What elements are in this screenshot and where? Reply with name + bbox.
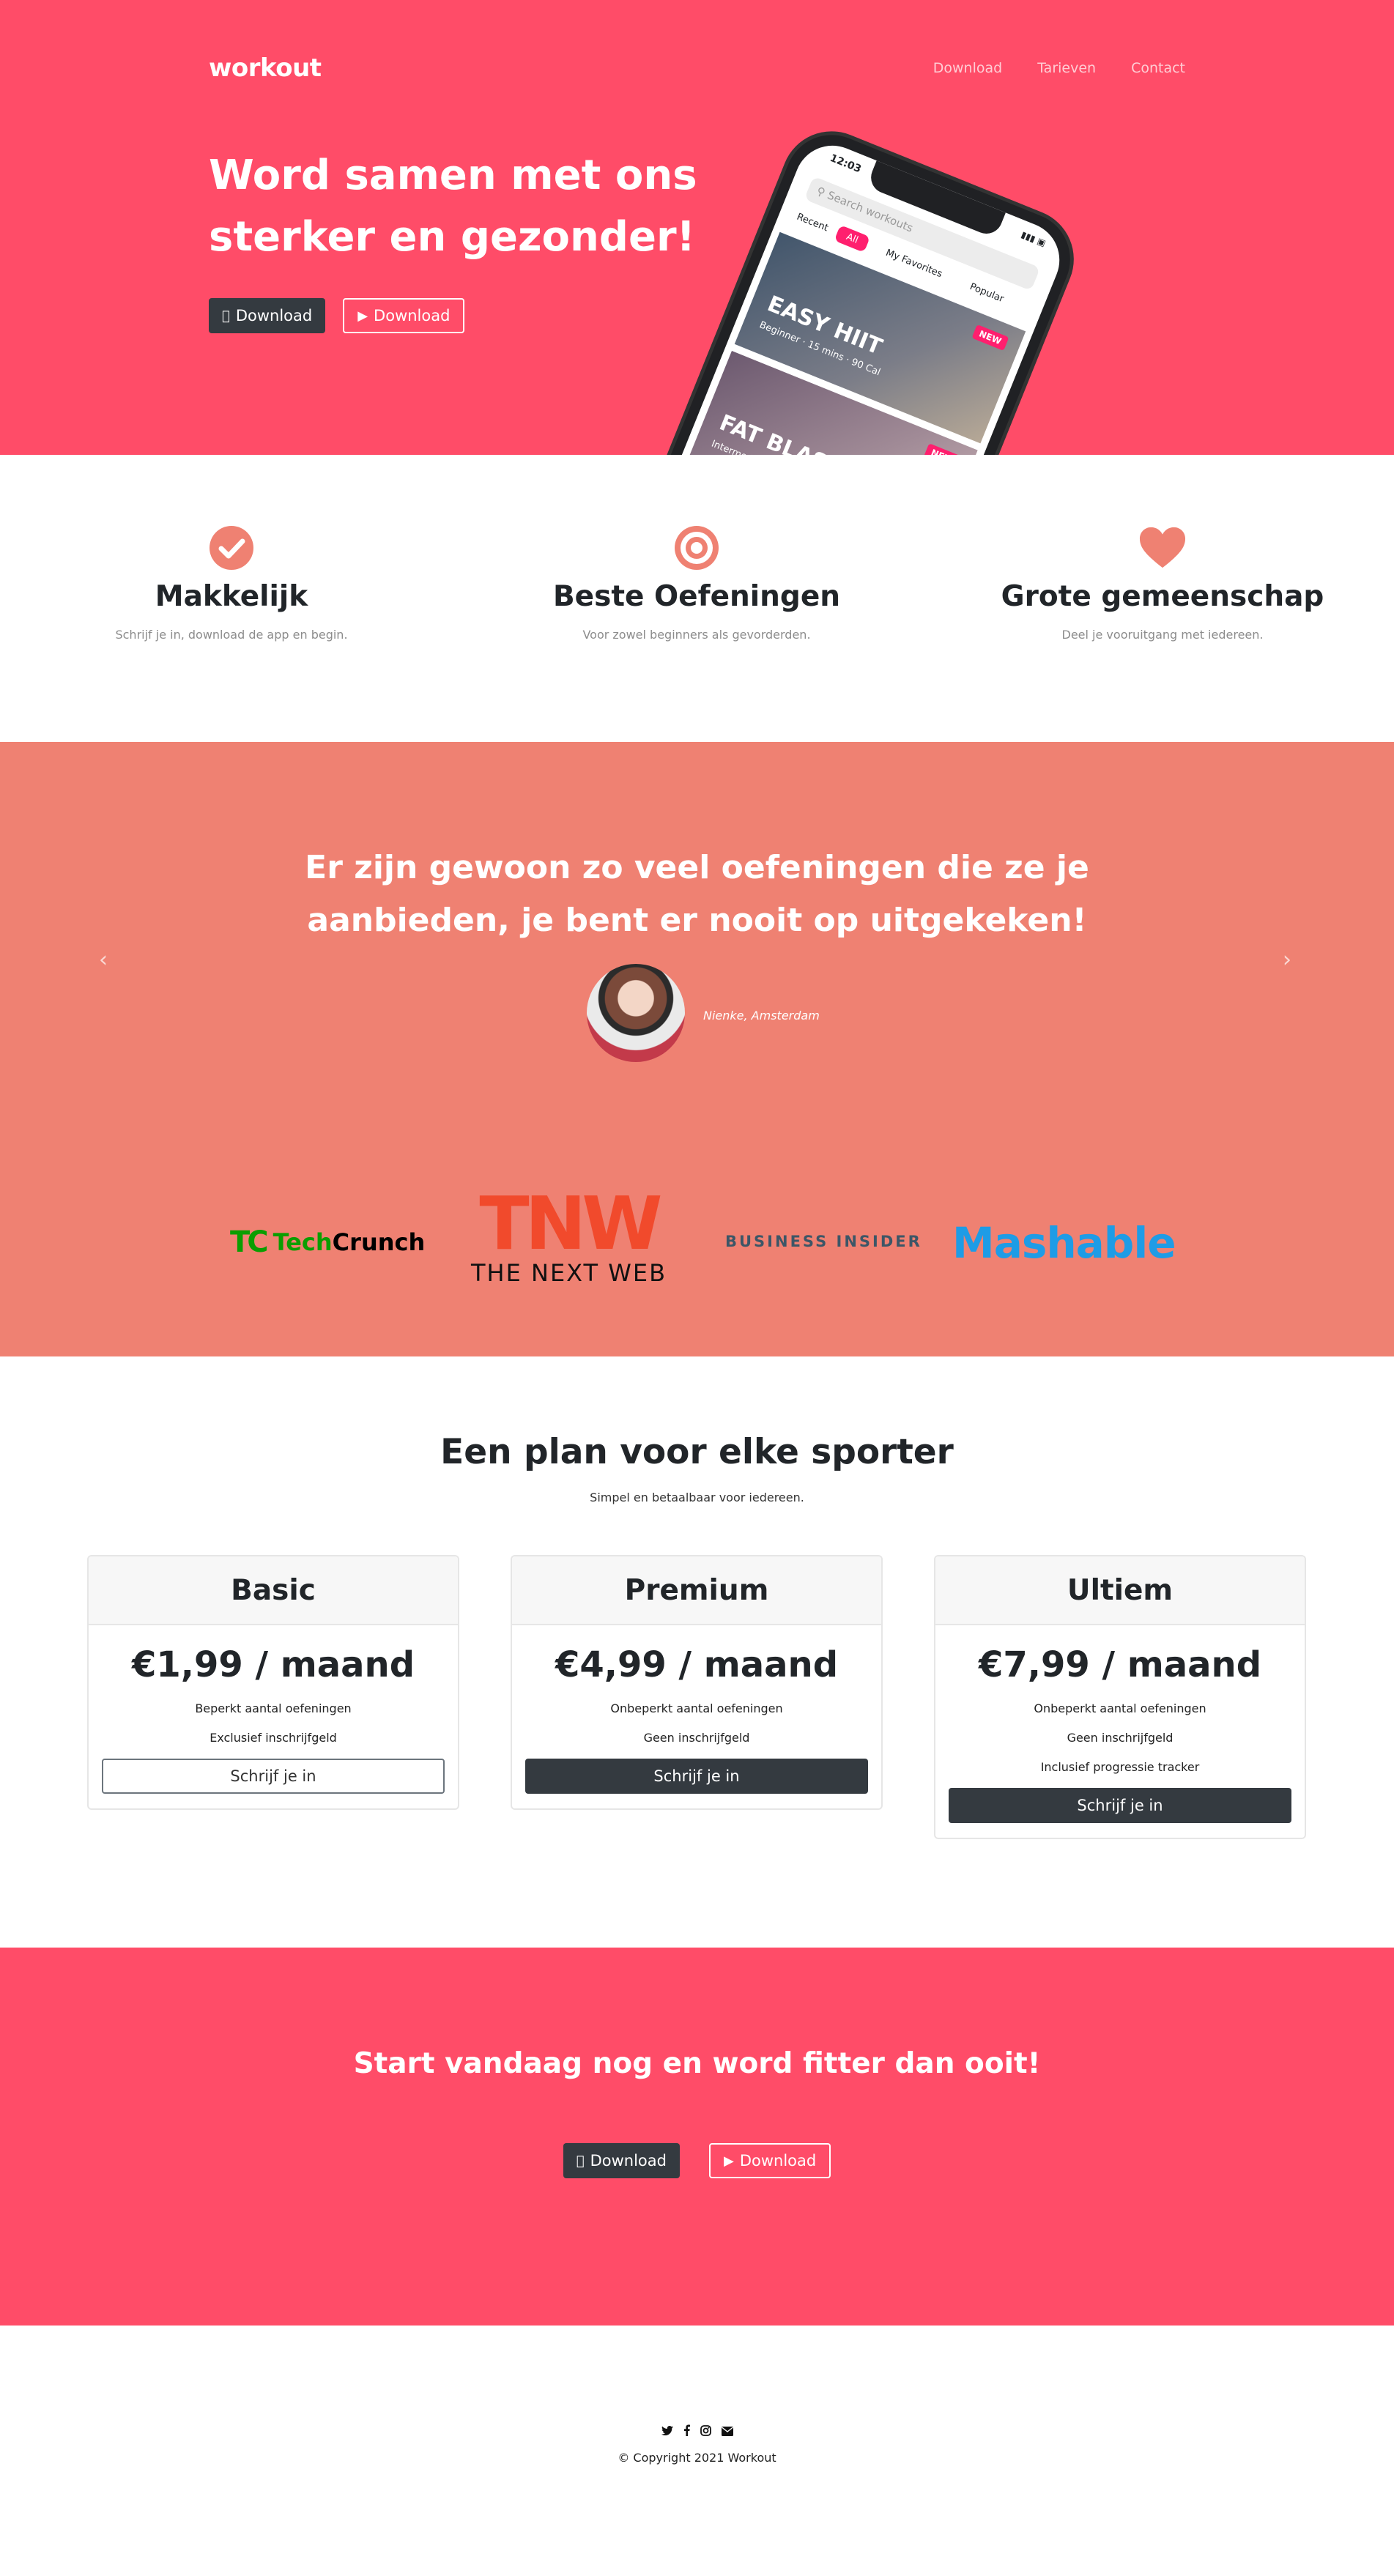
signal-wifi-battery-icon: ▮▮▮ ▣ [1019, 229, 1048, 249]
plan-price: €1,99 / maand [131, 1644, 415, 1685]
signup-button-ultiem[interactable]: Schrijf je in [949, 1788, 1291, 1823]
navbar: workout Download Tarieven Contact [209, 51, 1185, 84]
plan-price: €4,99 / maand [555, 1644, 839, 1685]
play-store-download-button[interactable]: ▶ Download [708, 2143, 831, 2178]
signup-button-basic[interactable]: Schrijf je in [102, 1759, 445, 1794]
techcrunch-logo: TC TechCrunch [230, 1225, 425, 1259]
plan-price: €7,99 / maand [978, 1644, 1262, 1685]
envelope-icon[interactable] [721, 2424, 733, 2440]
plan-name: Basic [89, 1556, 458, 1625]
plan-card-ultiem: Ultiem €7,99 / maand Onbeperkt aantal oe… [934, 1555, 1306, 1839]
button-label: Download [228, 307, 312, 324]
plan-feature: Inclusief progressie tracker [1040, 1760, 1200, 1774]
play-store-icon: ▶ [719, 2153, 734, 2169]
testimonial-avatar [587, 964, 685, 1062]
feature-text: Deel je vooruitgang met iedereen. [1061, 628, 1264, 642]
cta-title: Start vandaag nog en word fitter dan ooi… [353, 2047, 1041, 2080]
app-store-download-button[interactable]:  Download [209, 298, 326, 333]
feature-title: Beste Oefeningen [552, 580, 841, 613]
signup-button-premium[interactable]: Schrijf je in [525, 1759, 868, 1794]
plan-name: Ultiem [935, 1556, 1305, 1625]
carousel-next-icon[interactable]: › [1283, 947, 1291, 973]
techcrunch-mark: TC [230, 1225, 269, 1259]
techcrunch-wordmark: TechCrunch [273, 1228, 426, 1256]
mashable-logo: Mashable [952, 1218, 1176, 1268]
testimonial-quote: Er zijn gewoon zo veel oefeningen die ze… [305, 849, 1089, 939]
plan-feature: Onbeperkt aantal oefeningen [1034, 1701, 1206, 1715]
apple-icon:  [222, 308, 230, 324]
cta-section: Start vandaag nog en word fitter dan ooi… [0, 1948, 1394, 2326]
search-icon: ⚲ [815, 184, 828, 200]
features-section: Makkelijk Schrijf je in, download de app… [0, 455, 1394, 742]
app-store-download-button[interactable]:  Download [563, 2143, 680, 2178]
testimonial-section: ‹ › Er zijn gewoon zo veel oefeningen di… [0, 742, 1394, 1356]
instagram-icon[interactable] [700, 2424, 711, 2440]
plan-feature: Beperkt aantal oefeningen [195, 1701, 352, 1715]
plan-body: €7,99 / maand Onbeperkt aantal oefeninge… [935, 1625, 1305, 1838]
feature-text: Voor zowel beginners als gevorderden. [582, 628, 811, 642]
feature-grote-gemeenschap: Grote gemeenschap Deel je vooruitgang me… [994, 524, 1331, 642]
social-links [0, 2424, 1394, 2440]
nav-link-tarieven[interactable]: Tarieven [1037, 60, 1096, 76]
new-badge: NEW [923, 442, 961, 455]
testimonial-author: Nienke, Amsterdam [703, 1009, 820, 1022]
business-insider-logo: BUSINESS INSIDER [725, 1233, 922, 1250]
plan-card-basic: Basic €1,99 / maand Beperkt aantal oefen… [87, 1555, 459, 1810]
twitter-icon[interactable] [661, 2424, 673, 2440]
feature-title: Makkelijk [155, 580, 308, 613]
nav-links: Download Tarieven Contact [933, 60, 1185, 76]
nav-link-download[interactable]: Download [933, 60, 1002, 76]
button-label: Download [366, 307, 450, 324]
plan-body: €1,99 / maand Beperkt aantal oefeningen … [89, 1625, 458, 1808]
plan-feature: Onbeperkt aantal oefeningen [610, 1701, 783, 1715]
button-label: Download [586, 2152, 667, 2169]
feature-beste-oefeningen: Beste Oefeningen Voor zowel beginners al… [528, 524, 865, 642]
plan-feature: Exclusief inschrijfgeld [210, 1731, 337, 1745]
button-label: Download [735, 2152, 816, 2169]
hero-download-buttons:  Download ▶ Download [209, 298, 465, 333]
plan-body: €4,99 / maand Onbeperkt aantal oefeninge… [512, 1625, 881, 1808]
press-logos: TC TechCrunch TNW THE NEXT WEB BUSINESS … [220, 1181, 1176, 1291]
carousel-prev-icon[interactable]: ‹ [99, 947, 108, 973]
cta-download-buttons:  Download ▶ Download [0, 2143, 1394, 2178]
hero-section: workout Download Tarieven Contact Word s… [0, 0, 1394, 455]
workout-card-title: FAT BLASTING HIIT [716, 410, 940, 455]
play-store-icon: ▶ [349, 308, 368, 324]
phone-filter-recent: Recent [795, 211, 830, 234]
play-store-download-button[interactable]: ▶ Download [343, 298, 465, 333]
phone-filter-all: All [834, 225, 871, 253]
hero-title: Word samen met ons sterker en gezonder! [209, 152, 697, 261]
heart-icon [1139, 524, 1186, 571]
plan-name: Premium [512, 1556, 881, 1625]
apple-icon:  [576, 2153, 585, 2169]
feature-text: Schrijf je in, download de app en begin. [115, 628, 348, 642]
feature-makkelijk: Makkelijk Schrijf je in, download de app… [63, 524, 400, 642]
pricing-subtitle: Simpel en betaalbaar voor iedereen. [590, 1491, 804, 1504]
plan-feature: Geen inschrijfgeld [643, 1731, 750, 1745]
copyright-text: © Copyright 2021 Workout [618, 2451, 776, 2465]
pricing-section: Een plan voor elke sporter Simpel en bet… [0, 1356, 1394, 1948]
feature-title: Grote gemeenschap [1001, 580, 1324, 613]
pricing-title: Een plan voor elke sporter [440, 1432, 954, 1472]
footer: © Copyright 2021 Workout [0, 2326, 1394, 2576]
nav-link-contact[interactable]: Contact [1131, 60, 1185, 76]
plan-card-premium: Premium €4,99 / maand Onbeperkt aantal o… [511, 1555, 883, 1810]
phone-clock: 12:03 [828, 152, 863, 176]
brand-logo[interactable]: workout [209, 53, 322, 83]
new-badge: NEW [971, 324, 1009, 352]
facebook-icon[interactable] [683, 2424, 690, 2440]
plan-feature: Geen inschrijfgeld [1067, 1731, 1174, 1745]
target-icon [673, 524, 720, 571]
tnw-logo: TNW THE NEXT WEB [471, 1181, 667, 1288]
tnw-name: THE NEXT WEB [471, 1259, 667, 1287]
check-circle-icon [208, 524, 255, 571]
tnw-mark: TNW [479, 1181, 662, 1266]
